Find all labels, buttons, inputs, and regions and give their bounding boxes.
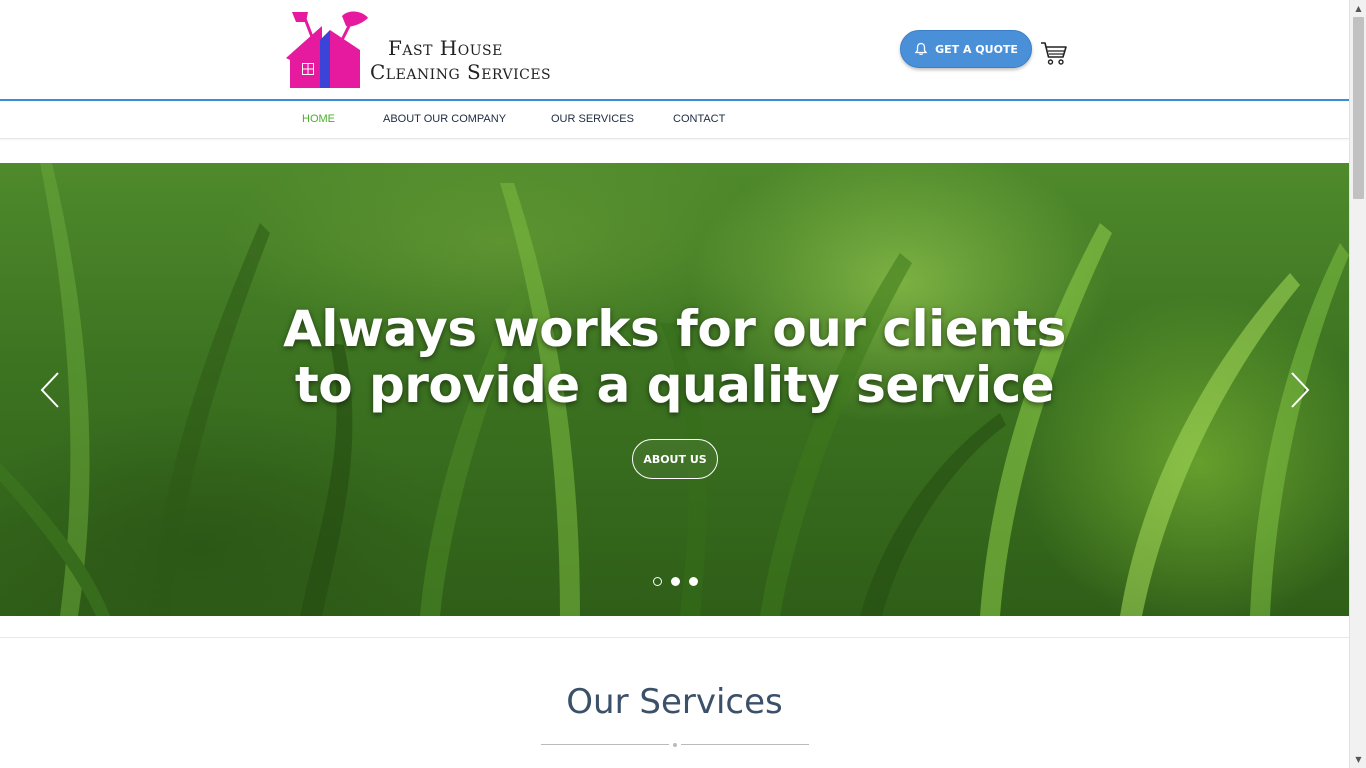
slider-pagination — [653, 577, 698, 586]
cart-icon[interactable] — [1040, 40, 1068, 66]
slider-dot-1[interactable] — [653, 577, 662, 586]
chevron-left-icon[interactable] — [38, 371, 62, 409]
hero-headline: Always works for our clients to provide … — [0, 301, 1349, 413]
house-logo-icon — [286, 11, 368, 88]
site-header: Fast House Cleaning Services GET A QUOTE — [0, 0, 1349, 100]
about-us-button[interactable]: ABOUT US — [632, 439, 718, 479]
scroll-up-icon[interactable]: ▲ — [1350, 0, 1366, 17]
nav-home[interactable]: HOME — [302, 113, 335, 125]
section-divider — [0, 637, 1349, 638]
scroll-thumb[interactable] — [1353, 17, 1364, 199]
brand-name-line2: Cleaning Services — [370, 60, 552, 84]
nav-contact[interactable]: CONTACT — [673, 113, 725, 125]
brand-name: Fast House Cleaning Services — [370, 36, 551, 84]
hero-headline-line1: Always works for our clients — [283, 300, 1066, 358]
hero-slider: Always works for our clients to provide … — [0, 163, 1349, 616]
bell-icon — [914, 42, 928, 55]
hero-headline-line2: to provide a quality service — [294, 356, 1055, 414]
page: Fast House Cleaning Services GET A QUOTE… — [0, 0, 1349, 768]
vertical-scrollbar[interactable]: ▲ ▼ — [1349, 0, 1366, 768]
slider-dot-2[interactable] — [671, 577, 680, 586]
brand-name-line1: Fast House — [388, 36, 503, 60]
slider-dot-3[interactable] — [689, 577, 698, 586]
get-a-quote-button[interactable]: GET A QUOTE — [900, 30, 1032, 68]
get-a-quote-label: GET A QUOTE — [935, 42, 1018, 56]
nav-about-our-company[interactable]: ABOUT OUR COMPANY — [383, 113, 506, 125]
services-heading: Our Services — [566, 682, 783, 722]
heading-separator — [541, 743, 809, 747]
scroll-down-icon[interactable]: ▼ — [1350, 751, 1366, 768]
brand-logo[interactable]: Fast House Cleaning Services — [284, 8, 554, 92]
main-nav: HOME ABOUT OUR COMPANY OUR SERVICES CONT… — [0, 101, 1349, 139]
nav-our-services[interactable]: OUR SERVICES — [551, 113, 634, 125]
chevron-right-icon[interactable] — [1288, 371, 1312, 409]
